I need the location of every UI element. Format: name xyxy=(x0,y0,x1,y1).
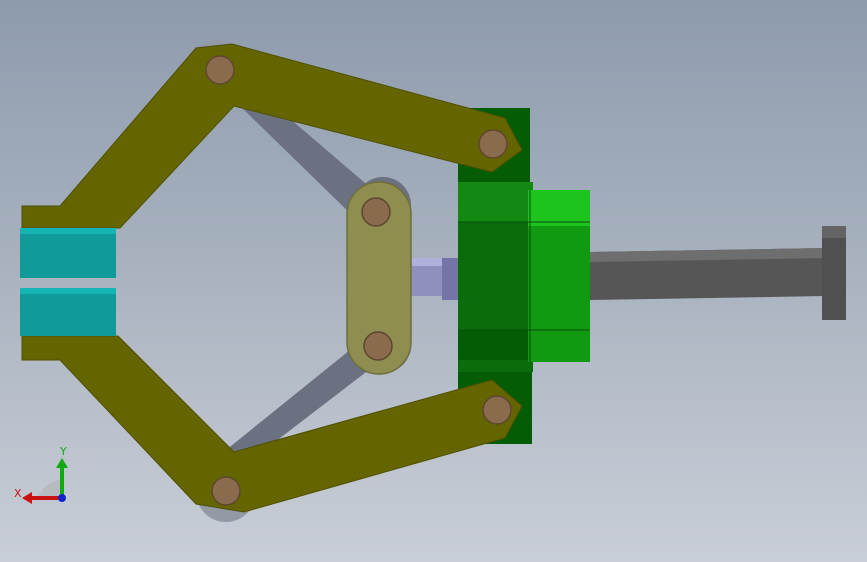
drive-shaft[interactable] xyxy=(590,248,826,300)
x-axis-label: X xyxy=(14,487,22,500)
end-cap[interactable] xyxy=(822,226,846,320)
jaw-pad-top[interactable] xyxy=(20,228,116,278)
y-axis-label: Y xyxy=(59,445,67,458)
cad-viewport[interactable]: Y X xyxy=(0,0,867,562)
pin-joint[interactable] xyxy=(361,197,391,227)
pin-joint[interactable] xyxy=(363,331,393,361)
z-axis-dot xyxy=(58,494,66,502)
axis-triad: Y X xyxy=(14,445,68,504)
pin-joint[interactable] xyxy=(482,395,512,425)
gripper-assembly xyxy=(20,40,846,522)
pin-joint[interactable] xyxy=(211,476,241,506)
jaw-pad-bottom[interactable] xyxy=(20,288,116,336)
piston-rod[interactable] xyxy=(405,258,460,300)
pin-joint[interactable] xyxy=(205,55,235,85)
pin-joint[interactable] xyxy=(478,129,508,159)
